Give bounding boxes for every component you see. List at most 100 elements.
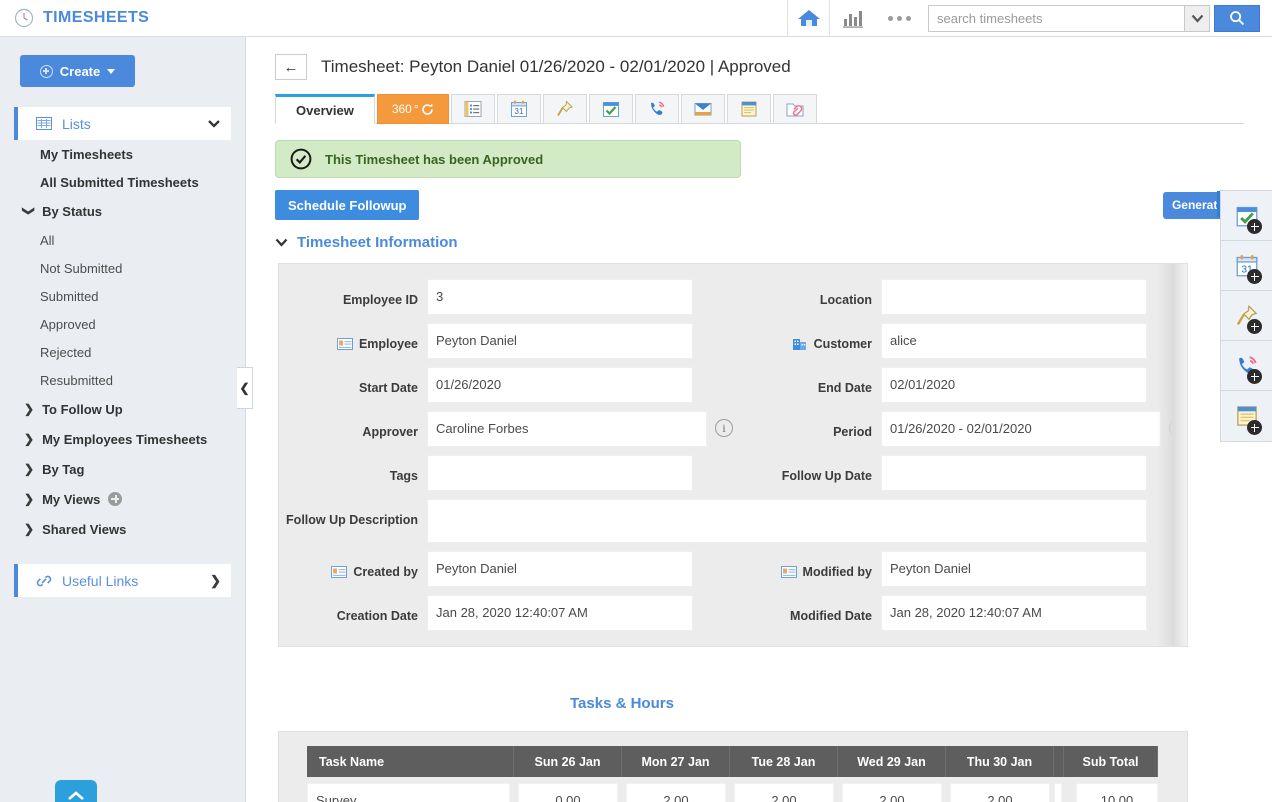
form-row: Employee Peyton Daniel Customer alice xyxy=(279,319,1187,363)
field-label: Tags xyxy=(389,468,418,483)
field-label: Period xyxy=(833,424,872,439)
field-label: End Date xyxy=(817,380,872,395)
quick-add-task-button[interactable] xyxy=(1221,191,1272,241)
field-value[interactable]: Caroline Forbes xyxy=(427,411,707,447)
sidebar-group-my-employees-timesheets[interactable]: ❯ My Employees Timesheets xyxy=(0,424,245,454)
tab-notes[interactable] xyxy=(726,94,771,124)
sidebar-group-label: By Status xyxy=(42,203,103,219)
tab-tasks[interactable] xyxy=(588,94,633,124)
sidebar-group-by-tag[interactable]: ❯ By Tag xyxy=(0,454,245,484)
create-button[interactable]: Create xyxy=(20,55,135,87)
search-button[interactable] xyxy=(1214,4,1260,32)
column-header-mon: Mon 27 Jan xyxy=(622,746,730,777)
tab-attachments[interactable] xyxy=(772,94,817,124)
form-row: Tags Follow Up Date xyxy=(279,451,1187,495)
table-header-row: Task Name Sun 26 Jan Mon 27 Jan Tue 28 J… xyxy=(307,746,1158,777)
chevron-left-icon: ❮ xyxy=(239,381,250,395)
approver-info-icon[interactable]: i xyxy=(715,419,733,437)
sidebar-item-all-submitted-timesheets[interactable]: All Submitted Timesheets xyxy=(0,168,245,196)
arrow-left-icon: ← xyxy=(283,58,299,76)
hours-input-sun[interactable]: 0.00 xyxy=(518,783,618,802)
tab-calls[interactable] xyxy=(634,94,679,124)
field-value[interactable]: 02/01/2020 xyxy=(881,367,1147,403)
hours-input-thu[interactable]: 2.00 xyxy=(950,783,1050,802)
sidebar-group-to-follow-up[interactable]: ❯ To Follow Up xyxy=(0,394,245,424)
task-name-input[interactable]: Survey xyxy=(307,783,510,802)
chevron-down-icon xyxy=(207,119,221,128)
more-dots-icon[interactable] xyxy=(876,0,922,37)
brand[interactable]: TIMESHEETS xyxy=(0,8,246,28)
quick-add-note-button[interactable] xyxy=(1221,391,1272,441)
sidebar-group-shared-views[interactable]: ❯ Shared Views xyxy=(0,514,245,544)
tab-360[interactable]: 360 ° xyxy=(376,94,449,124)
column-header-thu: Thu 30 Jan xyxy=(946,746,1054,777)
field-value[interactable] xyxy=(881,279,1147,315)
tab-emails[interactable] xyxy=(680,94,725,124)
cell-mon: 2.00 xyxy=(622,777,730,802)
field-period: Period 01/26/2020 - 02/01/2020 i xyxy=(733,407,1187,451)
hours-input-mon[interactable]: 2.00 xyxy=(626,783,726,802)
hours-input-wed[interactable]: 2.00 xyxy=(842,783,942,802)
period-info-icon[interactable]: i xyxy=(1169,419,1187,437)
tab-calendar[interactable]: 31 xyxy=(496,94,541,124)
search-input[interactable] xyxy=(928,4,1184,32)
field-value[interactable]: Peyton Daniel xyxy=(427,323,693,359)
sidebar-item-all[interactable]: All xyxy=(0,226,245,254)
useful-links-label: Useful Links xyxy=(62,572,139,589)
sidebar-group-by-status[interactable]: ❯ By Status xyxy=(0,196,245,226)
tasks-and-hours-panel: Task Name Sun 26 Jan Mon 27 Jan Tue 28 J… xyxy=(278,731,1188,802)
task-check-icon xyxy=(602,102,619,117)
tab-overview[interactable]: Overview xyxy=(275,94,375,124)
tab-label: Overview xyxy=(296,102,354,118)
sidebar-item-submitted[interactable]: Submitted xyxy=(0,282,245,310)
sidebar-item-resubmitted[interactable]: Resubmitted xyxy=(0,366,245,394)
hours-input-tue[interactable]: 2.00 xyxy=(734,783,834,802)
schedule-followup-button[interactable]: Schedule Followup xyxy=(275,190,420,220)
quick-add-pin-button[interactable] xyxy=(1221,291,1272,341)
sidebar-item-approved[interactable]: Approved xyxy=(0,310,245,338)
sidebar-group-label: By Tag xyxy=(42,461,85,477)
back-button[interactable]: ← xyxy=(275,54,307,80)
field-value[interactable] xyxy=(427,455,693,491)
home-icon[interactable] xyxy=(787,0,830,37)
field-label: Approver xyxy=(362,424,418,439)
tab-pinned[interactable] xyxy=(542,94,587,124)
quick-add-event-button[interactable]: 31 xyxy=(1221,241,1272,291)
field-value[interactable]: 01/26/2020 xyxy=(427,367,693,403)
field-value[interactable]: 3 xyxy=(427,279,693,315)
brand-title: TIMESHEETS xyxy=(43,9,150,26)
tasks-table-body: Survey 0.00 2.00 2.00 2.00 2.00 10.00 xyxy=(307,777,1158,802)
sidebar-item-useful-links[interactable]: Useful Links ❯ xyxy=(14,564,231,597)
add-view-icon[interactable] xyxy=(108,492,123,506)
bar-chart-icon[interactable] xyxy=(830,0,876,37)
sidebar-item-my-timesheets[interactable]: My Timesheets xyxy=(0,140,245,168)
chevron-right-icon: ❯ xyxy=(24,462,35,476)
svg-text:31: 31 xyxy=(514,107,523,116)
form-row: Created by Peyton Daniel Modified by Pey… xyxy=(279,547,1187,591)
main-content: ← Timesheet: Peyton Daniel 01/26/2020 - … xyxy=(247,37,1272,802)
field-value: Peyton Daniel xyxy=(427,551,693,587)
note-icon xyxy=(741,101,757,117)
cell-sun: 0.00 xyxy=(514,777,622,802)
sidebar-collapse-handle[interactable]: ❮ xyxy=(237,367,253,409)
field-value[interactable]: 01/26/2020 - 02/01/2020 xyxy=(881,411,1161,447)
field-value[interactable] xyxy=(881,455,1147,491)
page-header: ← Timesheet: Peyton Daniel 01/26/2020 - … xyxy=(247,37,1272,80)
sidebar-item-not-submitted[interactable]: Not Submitted xyxy=(0,254,245,282)
timesheet-information-section-header[interactable]: Timesheet Information xyxy=(275,234,1272,251)
sidebar-group-my-views[interactable]: ❯ My Views xyxy=(0,484,245,514)
action-button-row: Schedule Followup Generate xyxy=(275,190,1244,220)
sidebar-item-rejected[interactable]: Rejected xyxy=(0,338,245,366)
field-value[interactable]: alice xyxy=(881,323,1147,359)
tab-details[interactable] xyxy=(450,94,495,124)
attachment-folder-icon xyxy=(786,103,804,117)
email-icon xyxy=(694,103,712,116)
quick-add-call-button[interactable] xyxy=(1221,341,1272,391)
tab-bar: Overview 360 ° 31 xyxy=(247,94,1272,124)
field-value[interactable] xyxy=(427,499,1147,543)
plus-badge-icon xyxy=(1247,369,1262,384)
field-modified-by: Modified by Peyton Daniel xyxy=(733,547,1187,591)
sidebar-section-lists[interactable]: Lists xyxy=(14,107,231,140)
scroll-to-top-button[interactable] xyxy=(55,780,97,802)
search-scope-dropdown[interactable] xyxy=(1184,4,1210,32)
